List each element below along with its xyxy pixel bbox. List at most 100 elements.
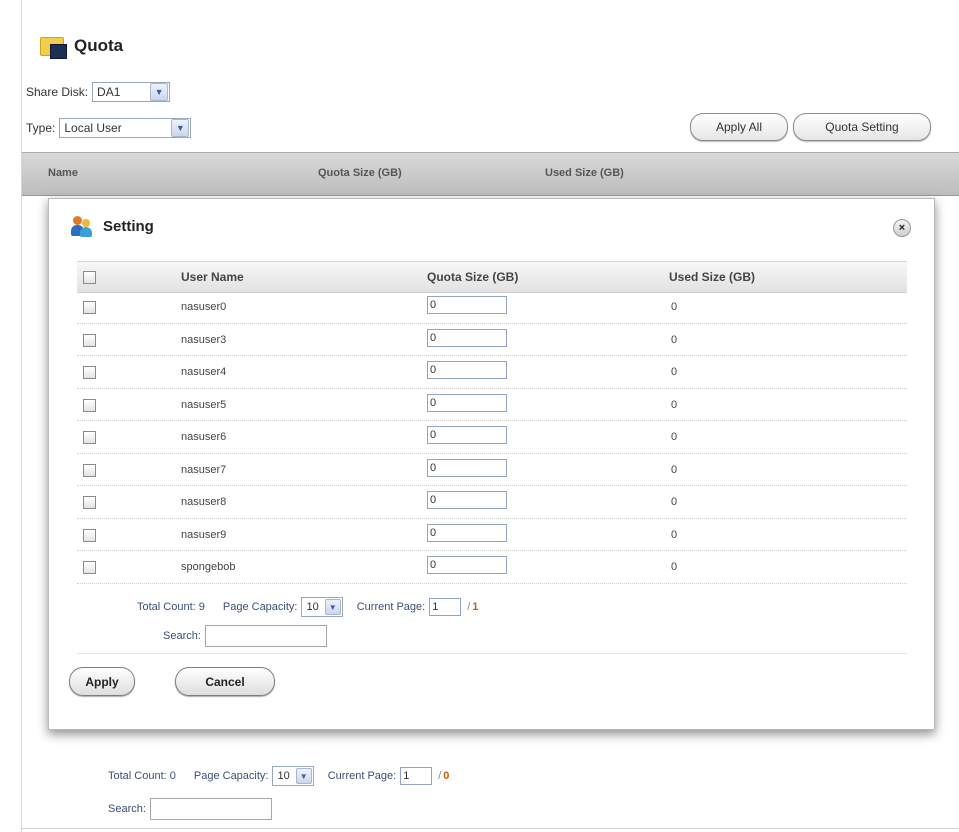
quota-size-input[interactable]: 0 [427,426,507,444]
row-checkbox[interactable] [83,366,96,379]
quota-table-header: Name Quota Size (GB) Used Size (GB) [22,152,959,196]
used-size-cell: 0 [671,301,678,313]
current-page-label: Current Page: [327,770,397,782]
page-header: Quota [38,33,123,59]
table-row: nasuser9 0 0 [77,519,907,551]
used-size-cell: 0 [671,528,678,541]
row-checkbox[interactable] [83,561,96,574]
quota-pager: Total Count: 0 Page Capacity: 10 ▼ Curre… [108,766,449,786]
divider [22,828,959,829]
user-grid-body: nasuser0 0 0 nasuser3 0 0 nasuser4 0 0 n… [77,291,907,584]
divider [77,653,907,654]
row-checkbox[interactable] [83,496,96,509]
user-name-cell: nasuser6 [181,431,227,443]
total-pages: 0 [443,770,450,782]
chevron-down-icon[interactable]: ▼ [324,599,341,615]
search-input[interactable] [204,625,327,647]
page-title: Quota [74,36,124,55]
quota-size-input[interactable]: 0 [427,296,507,314]
dialog-pager: Total Count: 9 Page Capacity: 10 ▼ Curre… [137,597,478,617]
used-size-cell: 0 [671,366,678,378]
row-checkbox[interactable] [83,431,96,444]
column-header-quota-size: Quota Size (GB) [427,270,519,284]
column-header-used-size: Used Size (GB) [545,167,624,179]
search-label: Search: [108,803,146,815]
folder-icon [38,34,67,59]
row-checkbox[interactable] [83,333,96,347]
chevron-down-icon[interactable]: ▼ [171,119,190,137]
row-checkbox[interactable] [83,528,96,542]
quota-size-input[interactable]: 0 [427,361,507,379]
total-count: Total Count: 9 [137,601,205,613]
share-disk-value: DA1 [97,85,121,99]
share-disk-row: Share Disk: DA1 ▼ [26,82,171,102]
search-input[interactable] [149,798,272,820]
page-capacity-select[interactable]: 10 ▼ [301,597,343,617]
page-separator: / [467,601,471,613]
page-capacity-label: Page Capacity: [193,770,269,782]
chevron-down-icon[interactable]: ▼ [150,83,169,101]
user-name-cell: spongebob [181,561,236,573]
used-size-cell: 0 [671,561,678,573]
dialog-header: Setting [71,215,154,237]
user-name-cell: nasuser8 [181,496,227,508]
quota-size-input[interactable]: 0 [427,458,507,477]
user-grid-header: User Name Quota Size (GB) Used Size (GB) [77,261,907,293]
quota-size-input[interactable]: 0 [427,523,507,542]
column-header-user-name: User Name [181,270,244,284]
used-size-cell: 0 [671,463,678,476]
users-icon [71,215,93,237]
user-name-cell: nasuser9 [181,528,227,541]
used-size-cell: 0 [671,398,678,411]
cancel-button[interactable]: Cancel [175,667,275,696]
close-icon[interactable]: × [893,219,911,237]
share-disk-select[interactable]: DA1 ▼ [92,82,171,102]
total-count: Total Count: 0 [108,770,176,782]
apply-all-button[interactable]: Apply All [690,113,788,141]
quota-size-input[interactable]: 0 [427,491,507,509]
quota-size-input[interactable]: 0 [427,556,507,574]
page-capacity-value: 10 [306,601,319,613]
used-size-cell: 0 [671,333,678,346]
quota-search-row: Search: [108,798,272,820]
table-row: nasuser3 0 0 [77,324,907,356]
setting-dialog: Setting × User Name Quota Size (GB) Used… [48,198,935,730]
current-page-input[interactable]: 1 [400,767,433,785]
table-row: nasuser7 0 0 [77,454,907,486]
column-header-quota-size: Quota Size (GB) [318,167,402,179]
total-pages: 1 [472,601,479,613]
search-label: Search: [163,630,201,642]
current-page-input[interactable]: 1 [429,598,462,616]
select-all-checkbox[interactable] [83,271,96,284]
quota-size-input[interactable]: 0 [427,328,507,347]
table-row: nasuser4 0 0 [77,356,907,389]
page-capacity-label: Page Capacity: [222,601,298,613]
table-row: nasuser8 0 0 [77,486,907,519]
type-row: Type: Local User ▼ [26,118,192,138]
column-header-name: Name [48,167,78,179]
table-row: nasuser0 0 0 [77,291,907,324]
user-name-cell: nasuser3 [181,333,227,346]
type-select[interactable]: Local User ▼ [59,118,192,138]
quota-size-input[interactable]: 0 [427,393,507,412]
table-row: nasuser6 0 0 [77,421,907,454]
user-name-cell: nasuser7 [181,463,227,476]
user-name-cell: nasuser5 [181,398,227,411]
share-disk-label: Share Disk: [26,85,89,99]
apply-button[interactable]: Apply [69,667,135,696]
table-row: spongebob 0 0 [77,551,907,584]
user-name-cell: nasuser4 [181,366,227,378]
row-checkbox[interactable] [83,398,96,412]
table-row: nasuser5 0 0 [77,389,907,421]
chevron-down-icon[interactable]: ▼ [295,768,312,784]
row-checkbox[interactable] [83,301,96,314]
user-name-cell: nasuser0 [181,301,227,313]
dialog-search-row: Search: [163,625,327,647]
type-label: Type: [26,121,56,135]
page-capacity-select[interactable]: 10 ▼ [272,766,314,786]
row-checkbox[interactable] [83,463,96,477]
used-size-cell: 0 [671,496,678,508]
quota-setting-button[interactable]: Quota Setting [793,113,931,141]
type-value: Local User [64,121,122,135]
used-size-cell: 0 [671,431,678,443]
